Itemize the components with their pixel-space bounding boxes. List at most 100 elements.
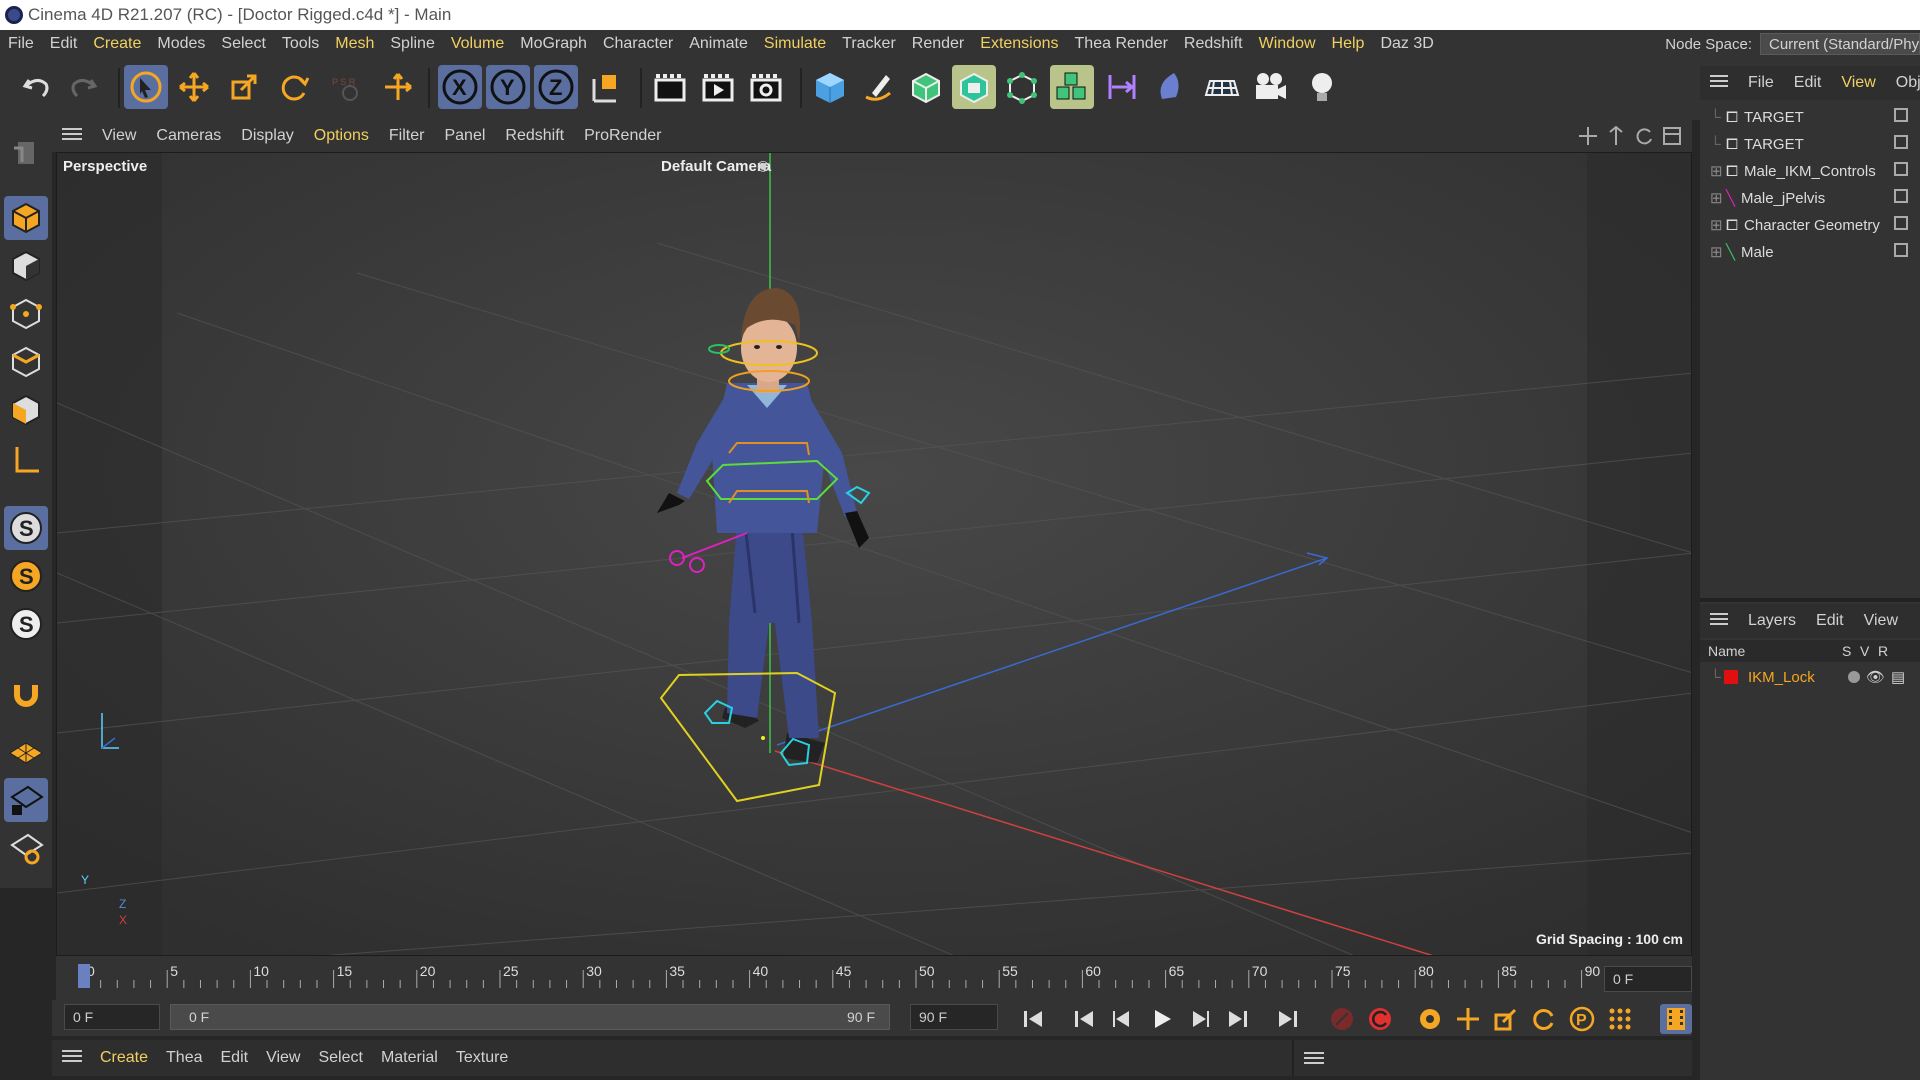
next-frame-button[interactable]	[1184, 1004, 1216, 1034]
next-key-button[interactable]	[1222, 1004, 1254, 1034]
soft-selection-button[interactable]: S	[4, 554, 48, 598]
viewport-menu-view[interactable]: View	[92, 127, 146, 145]
current-frame-field[interactable]: 0 F	[1604, 966, 1692, 992]
menu-redshift[interactable]: Redshift	[1176, 35, 1251, 53]
object-row-male[interactable]: ⊞ ╲ Male	[1710, 239, 1774, 265]
snap-button[interactable]: S	[4, 506, 48, 550]
floor-button[interactable]	[1200, 65, 1244, 109]
preview-range-slider[interactable]: 0 F 90 F	[170, 1004, 890, 1030]
menu-mograph[interactable]: MoGraph	[512, 35, 595, 53]
edit-tag-icon[interactable]	[1894, 243, 1908, 257]
extrude-generator-button[interactable]	[952, 65, 996, 109]
play-button[interactable]	[1146, 1004, 1178, 1034]
timeline-playhead[interactable]	[78, 964, 90, 988]
undo-button[interactable]	[14, 65, 58, 109]
x-axis-lock-button[interactable]: X	[438, 65, 482, 109]
edit-tag-icon[interactable]	[1894, 108, 1908, 122]
viewport-menu-display[interactable]: Display	[231, 127, 303, 145]
cube-primitive-button[interactable]	[808, 65, 852, 109]
material-menu-edit[interactable]: Edit	[212, 1049, 258, 1067]
layers-menu-icon[interactable]	[1700, 612, 1738, 631]
menu-extensions[interactable]: Extensions	[972, 35, 1066, 53]
key-rotation-button[interactable]	[1528, 1004, 1560, 1034]
menu-help[interactable]: Help	[1324, 35, 1373, 53]
key-pla-button[interactable]	[1604, 1004, 1636, 1034]
eye-icon[interactable]: 👁	[1866, 668, 1885, 686]
om-menu-file[interactable]: File	[1738, 74, 1784, 92]
object-row-male-jpelvis[interactable]: ⊞ ╲ Male_jPelvis	[1710, 185, 1825, 211]
z-axis-lock-button[interactable]: Z	[534, 65, 578, 109]
zoom-viewport-icon[interactable]	[1606, 126, 1626, 146]
menu-create[interactable]: Create	[85, 35, 149, 53]
model-mode-button[interactable]	[4, 196, 48, 240]
subdivision-surface-button[interactable]	[904, 65, 948, 109]
redo-button[interactable]	[62, 65, 106, 109]
perspective-viewport[interactable]: Perspective Default Camera ◉ Y Z X Grid …	[56, 152, 1692, 956]
render-to-picture-viewer-button[interactable]	[696, 65, 740, 109]
edit-tag-icon[interactable]	[1894, 216, 1908, 230]
mograph-fracture-button[interactable]	[1050, 65, 1094, 109]
edges-mode-button[interactable]	[4, 340, 48, 384]
floor-environment-button[interactable]	[1148, 65, 1192, 109]
deformer-button[interactable]	[1100, 65, 1144, 109]
material-menu-thea[interactable]: Thea	[157, 1049, 211, 1067]
pan-viewport-icon[interactable]	[1578, 126, 1598, 146]
viewport-menu-options[interactable]: Options	[304, 127, 379, 145]
light-button[interactable]	[1300, 65, 1344, 109]
previous-key-button[interactable]	[1068, 1004, 1100, 1034]
panel-divider[interactable]	[1700, 598, 1920, 602]
rotate-tool-button[interactable]	[272, 65, 316, 109]
menu-window[interactable]: Window	[1251, 35, 1324, 53]
menu-thea-render[interactable]: Thea Render	[1067, 35, 1176, 53]
coordinate-system-button[interactable]	[584, 65, 628, 109]
keyframe-selection-button[interactable]	[1414, 1004, 1446, 1034]
material-menu-view[interactable]: View	[257, 1049, 309, 1067]
layers-menu-layers[interactable]: Layers	[1738, 612, 1806, 630]
viewport-menu-icon[interactable]	[52, 127, 92, 146]
viewport-menu-cameras[interactable]: Cameras	[146, 127, 231, 145]
live-selection-button[interactable]	[124, 65, 168, 109]
viewport-menu-redshift[interactable]: Redshift	[495, 127, 574, 145]
key-parameter-button[interactable]: P	[1566, 1004, 1598, 1034]
sculpt-s-button[interactable]: S	[4, 602, 48, 646]
menu-simulate[interactable]: Simulate	[756, 35, 834, 53]
record-keys-button[interactable]	[1326, 1004, 1358, 1034]
material-menu-create[interactable]: Create	[91, 1049, 157, 1067]
material-menu-select[interactable]: Select	[309, 1049, 371, 1067]
menu-daz3d[interactable]: Daz 3D	[1372, 35, 1441, 53]
layer-row[interactable]: └ IKM_Lock 👁 ▤	[1710, 666, 1905, 688]
timeline-window-button[interactable]	[1660, 1004, 1692, 1034]
camera-button[interactable]	[1248, 65, 1292, 109]
om-menu-view[interactable]: View	[1831, 74, 1885, 92]
key-scale-button[interactable]	[1490, 1004, 1522, 1034]
object-row-target-2[interactable]: └ ⧠ TARGET	[1710, 131, 1804, 157]
locked-workplane-button[interactable]	[4, 778, 48, 822]
menu-modes[interactable]: Modes	[149, 35, 213, 53]
start-frame-field[interactable]: 0 F	[64, 1004, 160, 1030]
layers-menu-edit[interactable]: Edit	[1806, 612, 1854, 630]
menu-animate[interactable]: Animate	[681, 35, 756, 53]
render-settings-button[interactable]	[744, 65, 788, 109]
viewport-menu-panel[interactable]: Panel	[434, 127, 495, 145]
autokey-button[interactable]	[1364, 1004, 1396, 1034]
maximize-viewport-icon[interactable]	[1662, 126, 1682, 146]
menu-render[interactable]: Render	[904, 35, 972, 53]
points-mode-button[interactable]	[4, 292, 48, 336]
om-menu-edit[interactable]: Edit	[1784, 74, 1832, 92]
layers-menu-view[interactable]: View	[1854, 612, 1908, 630]
edit-tag-icon[interactable]	[1894, 189, 1908, 203]
pen-spline-button[interactable]	[856, 65, 900, 109]
menu-tools[interactable]: Tools	[274, 35, 327, 53]
timeline-ruler[interactable]: 0 5 10 15 20 25 30 35 40 45 50 55 60 65 70 75 80 85 90 0 F	[56, 956, 1692, 1000]
menu-edit[interactable]: Edit	[42, 35, 86, 53]
workplane-button[interactable]	[4, 730, 48, 774]
menu-volume[interactable]: Volume	[443, 35, 512, 53]
edit-tag-icon[interactable]	[1894, 162, 1908, 176]
viewport-menu-prorender[interactable]: ProRender	[574, 127, 671, 145]
object-row-target-1[interactable]: └ ⧠ TARGET	[1710, 104, 1804, 130]
magnet-button[interactable]	[4, 670, 48, 714]
object-row-character-geometry[interactable]: ⊞ ⧠ Character Geometry	[1710, 212, 1880, 238]
material-menu-texture[interactable]: Texture	[447, 1049, 517, 1067]
viewport-menu-filter[interactable]: Filter	[379, 127, 435, 145]
layer-color-swatch[interactable]	[1724, 670, 1738, 684]
